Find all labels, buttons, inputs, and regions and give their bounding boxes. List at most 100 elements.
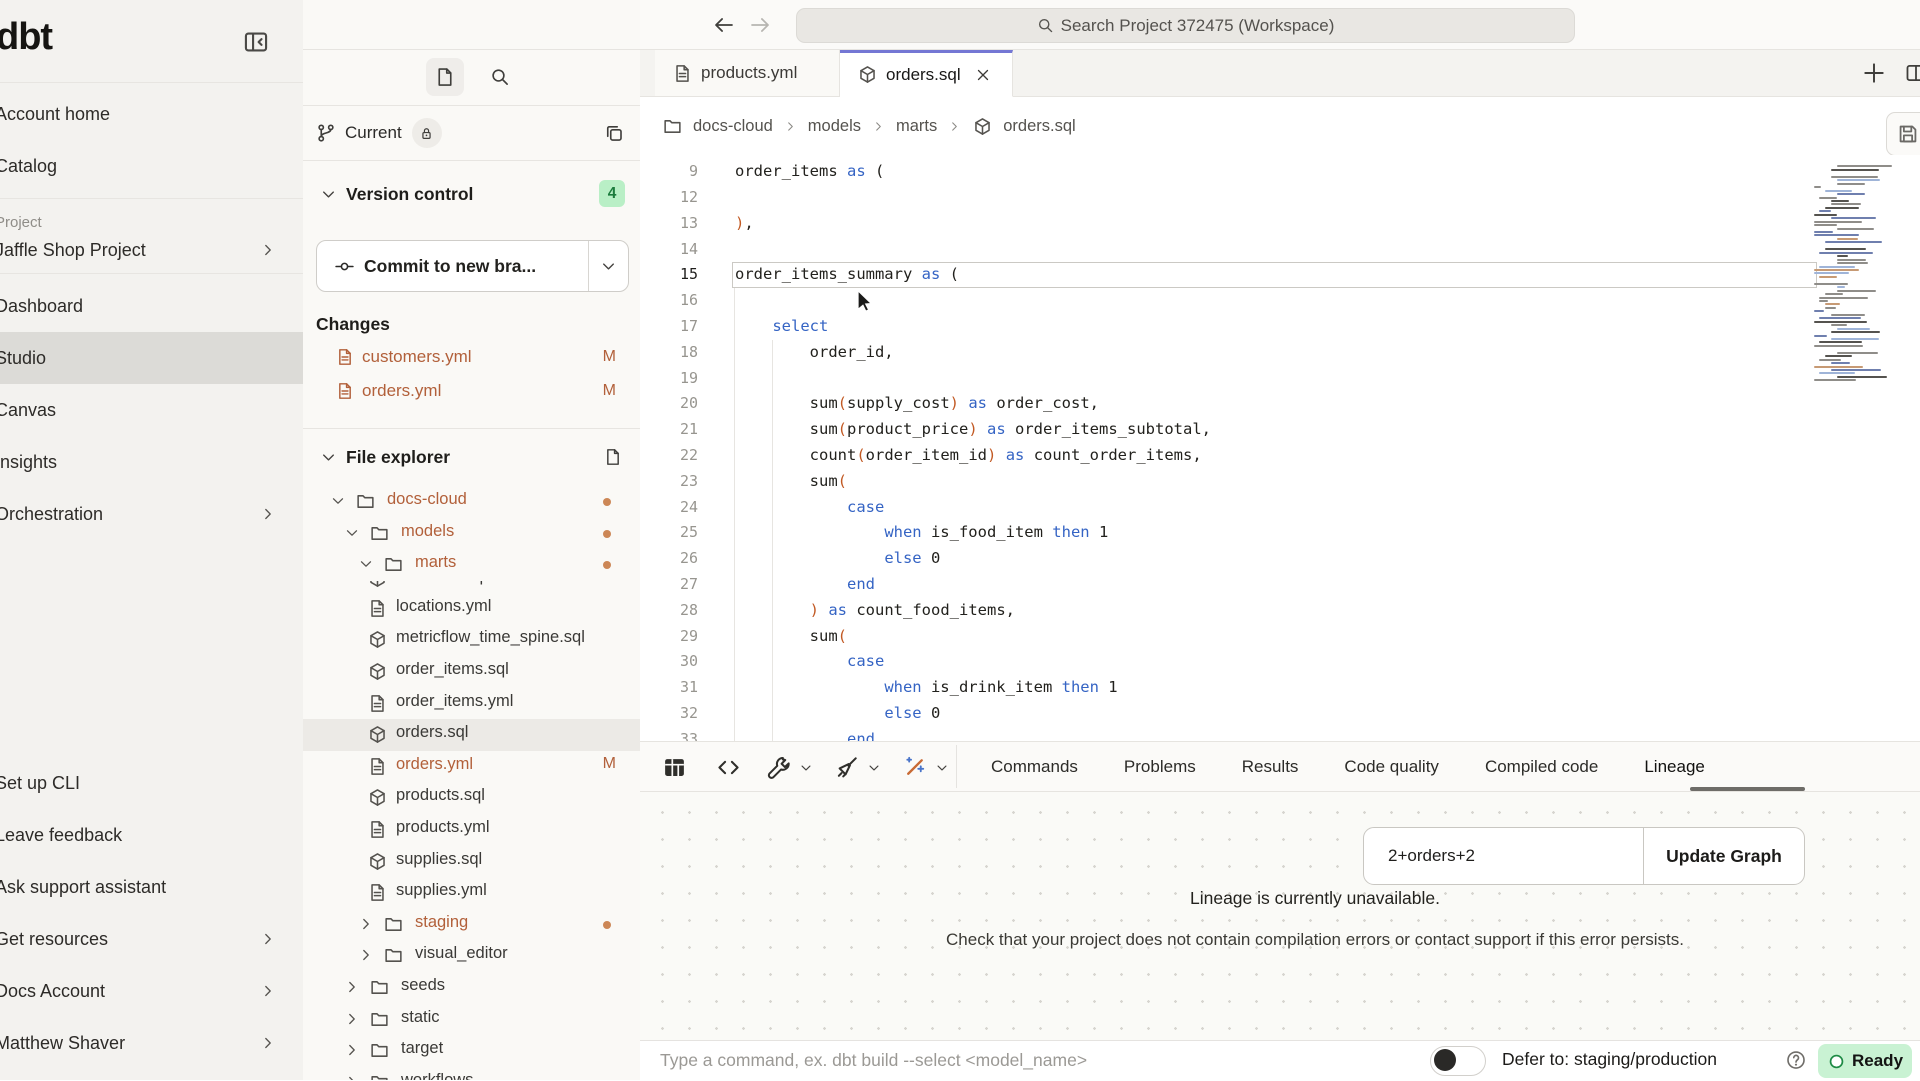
version-control-header[interactable]: Version control 4 xyxy=(303,176,640,212)
tree-item-supplies.sql[interactable]: supplies.sql xyxy=(303,846,640,878)
lineage-selector-input[interactable] xyxy=(1364,828,1643,884)
sidebar-item-insights[interactable]: Insights xyxy=(0,436,303,488)
tree-item-products.sql[interactable]: products.sql xyxy=(303,782,640,814)
breadcrumb-item[interactable]: docs-cloud xyxy=(693,117,773,136)
chevron-right-icon[interactable] xyxy=(358,947,374,963)
tree-item-workflows[interactable]: workflows xyxy=(303,1067,640,1080)
wrench-icon[interactable] xyxy=(766,755,791,780)
chevron-right-icon[interactable] xyxy=(358,916,374,932)
code-line-30[interactable]: case xyxy=(735,649,884,675)
code-line-29[interactable]: sum( xyxy=(735,624,847,650)
tree-item-products.yml[interactable]: products.yml xyxy=(303,814,640,846)
file-explorer-header[interactable]: File explorer xyxy=(303,440,640,474)
code-line-18[interactable]: order_id, xyxy=(735,340,894,366)
chevron-right-icon[interactable] xyxy=(344,1042,360,1058)
help-icon[interactable] xyxy=(1786,1050,1806,1070)
code-line-21[interactable]: sum(product_price) as order_items_subtot… xyxy=(735,417,1211,443)
code-line-24[interactable]: case xyxy=(735,495,884,521)
chevron-down-icon[interactable] xyxy=(799,761,813,775)
panel-tab-compiled-code[interactable]: Compiled code xyxy=(1485,757,1598,777)
tree-item-supplies.yml[interactable]: supplies.yml xyxy=(303,877,640,909)
sidebar-item-dashboard[interactable]: Dashboard xyxy=(0,280,303,332)
tree-item-orders.yml[interactable]: orders.ymlM xyxy=(303,751,640,783)
code-line-33[interactable]: end xyxy=(735,727,875,741)
code-line-25[interactable]: when is_food_item then 1 xyxy=(735,520,1108,546)
code-line-15[interactable]: order_items_summary as ( xyxy=(735,262,959,288)
tree-item-target[interactable]: target xyxy=(303,1035,640,1067)
update-graph-button[interactable]: Update Graph xyxy=(1644,828,1804,884)
chevron-down-icon[interactable] xyxy=(935,761,949,775)
status-badge[interactable]: Ready xyxy=(1818,1044,1912,1078)
code-line-31[interactable]: when is_drink_item then 1 xyxy=(735,675,1118,701)
breadcrumb-item[interactable]: marts xyxy=(896,117,937,136)
tree-item-order_items.yml[interactable]: order_items.yml xyxy=(303,688,640,720)
defer-toggle[interactable] xyxy=(1430,1046,1486,1076)
chevron-right-icon[interactable] xyxy=(344,1074,360,1080)
tree-item-order_items.sql[interactable]: order_items.sql xyxy=(303,656,640,688)
panel-tab-lineage[interactable]: Lineage xyxy=(1644,757,1705,777)
tree-item-locations.yml[interactable]: locations.yml xyxy=(303,593,640,625)
panel-tab-results[interactable]: Results xyxy=(1242,757,1299,777)
project-search-input[interactable]: Search Project 372475 (Workspace) xyxy=(796,8,1575,43)
code-line-9[interactable]: order_items as ( xyxy=(735,159,884,185)
code-line-23[interactable]: sum( xyxy=(735,469,847,495)
commit-button[interactable]: Commit to new bra... xyxy=(316,240,629,292)
sidebar-item-account-home[interactable]: Account home xyxy=(0,88,303,140)
new-tab-button[interactable] xyxy=(1862,61,1886,85)
code-line-32[interactable]: else 0 xyxy=(735,701,940,727)
code-editor[interactable]: 9order_items as (1213),1415order_items_s… xyxy=(640,155,1920,741)
sidebar-item-matthew-shaver[interactable]: Matthew Shaver xyxy=(0,1017,303,1069)
sidebar-item-orchestration[interactable]: Orchestration xyxy=(0,488,303,540)
tree-item-metricflow_time_spine.sql[interactable]: metricflow_time_spine.sql xyxy=(303,624,640,656)
breadcrumb-item[interactable]: models xyxy=(808,117,861,136)
sidebar-item-studio[interactable]: Studio xyxy=(0,332,303,384)
changed-file-orders.yml[interactable]: orders.ymlM xyxy=(303,374,640,408)
tab-products.yml[interactable]: products.yml xyxy=(655,50,840,96)
copy-icon[interactable] xyxy=(604,123,624,143)
save-button[interactable] xyxy=(1886,112,1920,156)
tree-item-orders.sql[interactable]: orders.sql xyxy=(303,719,640,751)
tree-item-locations.sql[interactable]: locations.sql xyxy=(303,581,640,593)
breadcrumb-item[interactable]: orders.sql xyxy=(1003,117,1075,136)
panel-tab-problems[interactable]: Problems xyxy=(1124,757,1196,777)
tree-item-docs-cloud[interactable]: docs-cloud xyxy=(303,486,640,518)
chevron-down-icon[interactable] xyxy=(344,525,360,541)
tree-item-marts[interactable]: marts xyxy=(303,549,640,581)
collapse-sidebar-icon[interactable] xyxy=(243,29,269,55)
code-line-17[interactable]: select xyxy=(735,314,828,340)
file-search-button[interactable] xyxy=(483,60,517,94)
code-line-20[interactable]: sum(supply_cost) as order_cost, xyxy=(735,391,1099,417)
close-icon[interactable] xyxy=(975,67,991,83)
sidebar-item-jaffle-shop-project[interactable]: Jaffle Shop Project xyxy=(0,233,303,267)
sidebar-item-ask-support-assistant[interactable]: Ask support assistant xyxy=(0,861,303,913)
chevron-down-icon[interactable] xyxy=(600,258,617,275)
command-input[interactable]: Type a command, ex. dbt build --select <… xyxy=(660,1050,1087,1071)
code-line-22[interactable]: count(order_item_id) as count_order_item… xyxy=(735,443,1202,469)
sidebar-item-docs-account[interactable]: Docs Account xyxy=(0,965,303,1017)
code-line-27[interactable]: end xyxy=(735,572,875,598)
tree-item-models[interactable]: models xyxy=(303,518,640,550)
chevron-down-icon[interactable] xyxy=(867,761,881,775)
code-icon[interactable] xyxy=(716,755,741,780)
sidebar-item-catalog[interactable]: Catalog xyxy=(0,140,303,192)
panel-tab-code-quality[interactable]: Code quality xyxy=(1344,757,1439,777)
table-icon[interactable] xyxy=(662,755,687,780)
forward-arrow-icon[interactable] xyxy=(749,14,771,36)
chevron-right-icon[interactable] xyxy=(344,979,360,995)
chevron-down-icon[interactable] xyxy=(330,493,346,509)
tree-item-visual_editor[interactable]: visual_editor xyxy=(303,940,640,972)
split-editor-icon[interactable] xyxy=(1904,62,1920,84)
sidebar-item-get-resources[interactable]: Get resources xyxy=(0,913,303,965)
tab-orders.sql[interactable]: orders.sql xyxy=(840,50,1013,97)
new-file-icon[interactable] xyxy=(604,448,622,466)
code-line-13[interactable]: ), xyxy=(735,211,754,237)
changed-file-customers.yml[interactable]: customers.ymlM xyxy=(303,340,640,374)
ai-assist-icon[interactable] xyxy=(902,755,927,780)
back-arrow-icon[interactable] xyxy=(713,14,735,36)
code-line-28[interactable]: ) as count_food_items, xyxy=(735,598,1015,624)
panel-tab-commands[interactable]: Commands xyxy=(991,757,1078,777)
format-icon[interactable] xyxy=(834,755,859,780)
chevron-down-icon[interactable] xyxy=(358,556,374,572)
sidebar-item-leave-feedback[interactable]: Leave feedback xyxy=(0,809,303,861)
tree-item-static[interactable]: static xyxy=(303,1004,640,1036)
